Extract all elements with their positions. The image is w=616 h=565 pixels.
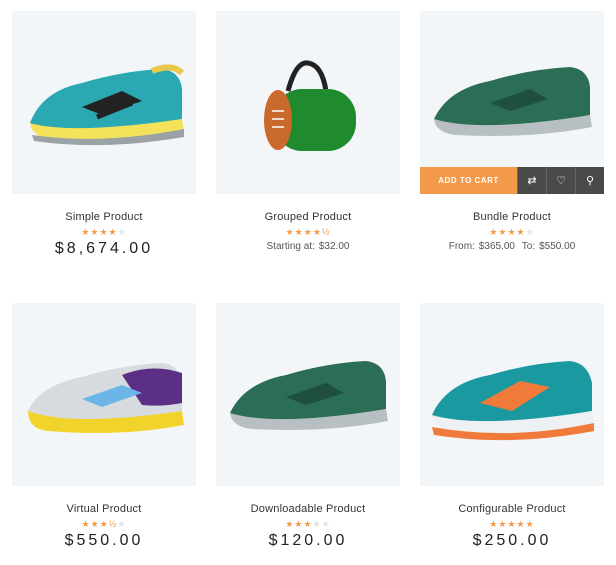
shoe-image (432, 361, 594, 441)
price-to-value: $550.00 (539, 241, 576, 252)
product-image[interactable] (420, 303, 604, 486)
star-icon: ★★★★ (489, 227, 526, 237)
product-price: Starting at: $32.00 (216, 241, 400, 252)
duffel-bag-image (264, 60, 356, 151)
star-icon: ★★ (312, 519, 331, 529)
heart-icon: ♡ (556, 175, 566, 187)
product-name[interactable]: Downloadable Product (216, 503, 400, 515)
product-grid: Simple Product ★★★★★ $8,674.00 Grouped P… (0, 0, 616, 565)
product-image[interactable] (216, 11, 400, 194)
price-from-label: From: (448, 241, 475, 252)
star-icon: ★★★★ (81, 227, 118, 237)
price-label: Starting at: (266, 241, 315, 252)
rating-stars: ★★★★½ (216, 227, 400, 237)
product-price-range: From: $365.00 To: $550.00 (420, 241, 604, 252)
price-value: $32.00 (318, 241, 350, 252)
star-icon: ★★★ (285, 519, 313, 529)
star-icon: ★ (117, 227, 127, 237)
star-icon: ★★★★★ (489, 519, 535, 529)
product-card[interactable]: Configurable Product ★★★★★ $250.00 (420, 303, 604, 550)
rating-stars: ★★★★★ (420, 227, 604, 237)
product-name[interactable]: Bundle Product (420, 211, 604, 223)
product-image[interactable]: ADD TO CART ⇄ ♡ ⚲ (420, 11, 604, 194)
product-image[interactable] (12, 303, 196, 486)
shoe-image (230, 361, 388, 430)
wishlist-button[interactable]: ♡ (546, 167, 575, 194)
product-price: $250.00 (472, 532, 552, 549)
price-to-label: To: (521, 241, 536, 252)
product-price: $120.00 (268, 532, 348, 549)
add-to-cart-button[interactable]: ADD TO CART (420, 167, 517, 194)
product-image[interactable] (216, 303, 400, 486)
rating-stars: ★★★½★ (12, 519, 196, 529)
product-name[interactable]: Virtual Product (12, 503, 196, 515)
product-card[interactable]: Simple Product ★★★★★ $8,674.00 (12, 11, 196, 258)
shoe-image (28, 363, 184, 433)
product-name[interactable]: Simple Product (12, 211, 196, 223)
star-icon: ★★★★½ (285, 227, 331, 237)
product-price: $8,674.00 (54, 240, 154, 257)
product-actions: ADD TO CART ⇄ ♡ ⚲ (420, 167, 604, 194)
search-icon: ⚲ (585, 175, 595, 187)
rating-stars: ★★★★★ (216, 519, 400, 529)
shoe-image (30, 64, 185, 146)
product-card[interactable]: Grouped Product ★★★★½ Starting at: $32.00 (216, 11, 400, 252)
compare-icon: ⇄ (527, 175, 537, 187)
product-price: $550.00 (64, 532, 144, 549)
star-icon: ★★★½ (81, 519, 118, 529)
product-name[interactable]: Grouped Product (216, 211, 400, 223)
price-from-value: $365.00 (478, 241, 515, 252)
star-icon: ★ (117, 519, 127, 529)
product-name[interactable]: Configurable Product (420, 503, 604, 515)
rating-stars: ★★★★★ (12, 227, 196, 237)
quickview-button[interactable]: ⚲ (575, 167, 604, 194)
product-card[interactable]: ADD TO CART ⇄ ♡ ⚲ Bundle Product ★★★★★ F… (420, 11, 604, 252)
product-card[interactable]: Downloadable Product ★★★★★ $120.00 (216, 303, 400, 550)
rating-stars: ★★★★★ (420, 519, 604, 529)
product-card[interactable]: Virtual Product ★★★½★ $550.00 (12, 303, 196, 550)
product-image[interactable] (12, 11, 196, 194)
compare-button[interactable]: ⇄ (517, 167, 546, 194)
star-icon: ★ (525, 227, 535, 237)
